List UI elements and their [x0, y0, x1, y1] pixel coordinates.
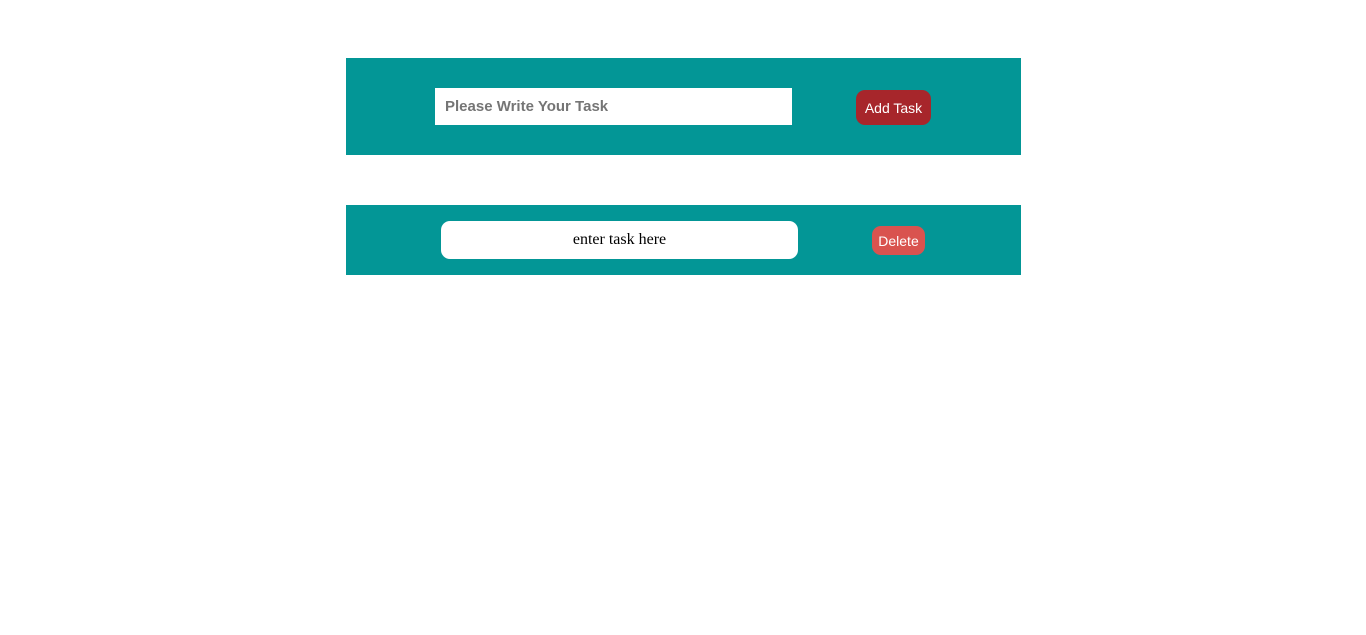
add-task-button[interactable]: Add Task	[856, 90, 931, 125]
add-task-panel: Add Task	[346, 58, 1021, 155]
task-item: enter task here Delete	[346, 205, 1021, 275]
task-text: enter task here	[441, 221, 798, 259]
delete-task-button[interactable]: Delete	[872, 226, 925, 255]
todo-page: Add Task enter task here Delete	[0, 0, 1366, 635]
task-input[interactable]	[435, 88, 792, 125]
